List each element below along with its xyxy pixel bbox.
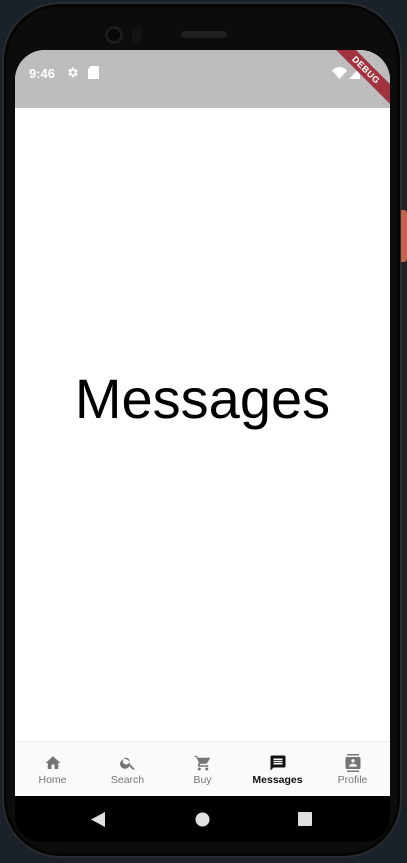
nav-label-home: Home xyxy=(38,774,67,786)
status-time: 9:46 xyxy=(29,66,56,81)
contact-icon xyxy=(345,754,360,772)
system-navigation-bar xyxy=(15,796,390,842)
nav-label-search: Search xyxy=(110,774,145,786)
message-icon xyxy=(270,755,285,771)
home-circle-icon[interactable] xyxy=(195,812,210,827)
cart-icon xyxy=(194,755,210,771)
page-title: Messages xyxy=(74,367,331,430)
nav-item-profile[interactable]: Profile xyxy=(315,742,390,796)
nav-item-messages[interactable]: Messages xyxy=(240,742,315,796)
recents-icon[interactable] xyxy=(298,812,312,826)
nav-item-home[interactable]: Home xyxy=(15,742,90,796)
app-screen: 9:46 DEBUG Messages Home Search Buy Mess… xyxy=(15,50,390,796)
earpiece-speaker xyxy=(181,31,227,38)
nav-label-messages: Messages xyxy=(252,774,303,786)
nav-item-buy[interactable]: Buy xyxy=(165,742,240,796)
sd-card-icon xyxy=(88,66,99,79)
search-icon xyxy=(119,757,135,771)
front-camera xyxy=(105,26,123,44)
wifi-icon xyxy=(332,67,347,79)
gear-icon xyxy=(68,67,78,78)
status-bar: 9:46 DEBUG xyxy=(15,50,390,108)
power-button[interactable] xyxy=(401,210,407,262)
nav-label-profile: Profile xyxy=(337,774,368,786)
home-icon xyxy=(45,756,60,769)
nav-item-search[interactable]: Search xyxy=(90,742,165,796)
bottom-navigation-bar: Home Search Buy Messages Profile xyxy=(15,741,390,796)
nav-label-buy: Buy xyxy=(193,774,212,786)
back-icon[interactable] xyxy=(91,812,105,827)
sensor xyxy=(132,26,142,44)
